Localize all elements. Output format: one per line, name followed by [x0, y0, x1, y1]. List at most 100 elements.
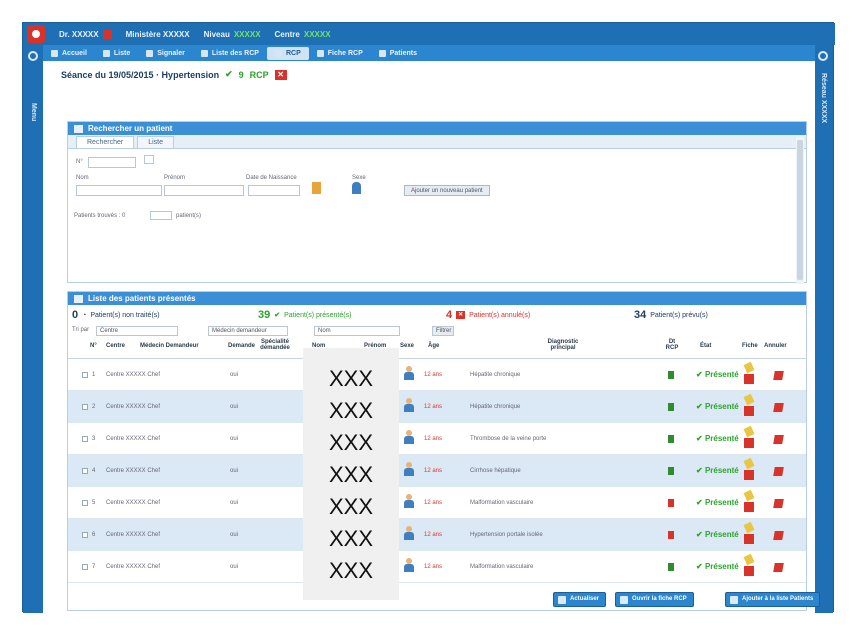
document-icon[interactable] — [668, 467, 674, 475]
tab-fiche-rcp[interactable]: Fiche RCP — [309, 47, 371, 60]
table-row[interactable]: 2 Centre XXXXX Chef oui 12 ans Hépatite … — [68, 391, 806, 423]
status-check-icon: ✔ Présenté — [696, 466, 739, 475]
power-icon[interactable] — [818, 51, 828, 61]
row-centre: Centre XXXXX Chef — [106, 436, 161, 442]
table-row[interactable]: 6 Centre XXXXX Chef oui 12 ans Hypertens… — [68, 519, 806, 551]
cancel-row-icon[interactable] — [773, 435, 784, 444]
document-icon[interactable] — [668, 499, 674, 507]
left-sidebar[interactable]: Menu — [23, 45, 43, 613]
document-icon[interactable] — [668, 563, 674, 571]
col-demande[interactable]: Demande — [228, 343, 255, 349]
cancel-row-icon[interactable] — [773, 531, 784, 540]
col-etat[interactable]: État — [700, 343, 711, 349]
document-icon[interactable] — [668, 531, 674, 539]
row-checkbox[interactable] — [82, 532, 88, 538]
row-checkbox[interactable] — [82, 436, 88, 442]
tab-rcp[interactable]: RCP — [266, 46, 309, 60]
document-icon[interactable] — [668, 435, 674, 443]
sort-label: Tri par — [72, 327, 90, 333]
tab-patients[interactable]: Patients — [371, 47, 425, 60]
col-num[interactable]: N° — [90, 343, 97, 349]
col-specialite[interactable]: Spécialité demandée — [260, 339, 290, 351]
row-num: 1 — [92, 372, 96, 378]
edit-fiche-icon[interactable] — [743, 521, 755, 545]
status-check-icon: ✔ Présenté — [696, 530, 739, 539]
date-input[interactable] — [248, 185, 300, 196]
summary-total[interactable]: 34 Patient(s) prévu(s) — [634, 309, 708, 321]
col-sexe[interactable]: Sexe — [400, 343, 414, 349]
tab-liste-rcp[interactable]: Liste des RCP — [193, 47, 267, 60]
summary-pending[interactable]: 0 ◔ Patient(s) non traité(s) — [72, 309, 160, 321]
edit-fiche-icon[interactable] — [743, 425, 755, 449]
tab-liste-search[interactable]: Liste — [137, 136, 174, 148]
summary-bar: 0 ◔ Patient(s) non traité(s) 39 ✔ Patien… — [68, 305, 806, 325]
nom-input[interactable] — [76, 185, 162, 196]
user-name[interactable]: Dr. XXXXX — [59, 30, 99, 39]
add-to-list-button[interactable]: Ajouter à la liste Patients — [725, 592, 821, 607]
table-row[interactable]: 7 Centre XXXXX Chef oui 12 ans Malformat… — [68, 551, 806, 583]
row-checkbox[interactable] — [82, 500, 88, 506]
edit-fiche-icon[interactable] — [743, 393, 755, 417]
document-icon[interactable] — [668, 403, 674, 411]
row-checkbox[interactable] — [82, 372, 88, 378]
col-fiche[interactable]: Fiche — [742, 343, 758, 349]
summary-rejected[interactable]: 4 ✕ Patient(s) annulé(s) — [446, 309, 530, 321]
summary-done[interactable]: 39 ✔ Patient(s) présenté(s) — [258, 309, 351, 321]
filter-select-doctor[interactable]: Médecin demandeur — [208, 326, 288, 336]
cancel-row-icon[interactable] — [773, 371, 784, 380]
col-medecin[interactable]: Médecin Demandeur — [140, 343, 199, 349]
table-row[interactable]: 5 Centre XXXXX Chef oui 12 ans Malformat… — [68, 487, 806, 519]
open-fiche-button[interactable]: Ouvrir la fiche RCP — [615, 592, 694, 607]
add-patient-button[interactable]: Ajouter un nouveau patient — [404, 185, 490, 196]
col-diagnostic[interactable]: Diagnostic principal — [538, 339, 588, 351]
prenom-input[interactable] — [164, 185, 244, 196]
found-suffix: patient(s) — [176, 213, 202, 219]
close-icon[interactable]: ✕ — [274, 69, 287, 80]
search-panel-header: Rechercher un patient — [68, 122, 806, 135]
cancel-row-icon[interactable] — [773, 563, 784, 572]
found-count-input[interactable] — [150, 211, 172, 220]
status-check-icon: ✔ Présenté — [696, 434, 739, 443]
anonymized-name: XXX — [328, 366, 374, 391]
table-row[interactable]: 1 Centre XXXXX Chef oui 12 ans Hépatite … — [68, 359, 806, 391]
edit-fiche-icon[interactable] — [743, 361, 755, 385]
male-icon[interactable] — [352, 182, 361, 194]
table-row[interactable]: 4 Centre XXXXX Chef oui 12 ans Cirrhose … — [68, 455, 806, 487]
edit-fiche-icon[interactable] — [743, 489, 755, 513]
row-diagnostic: Malformation vasculaire — [470, 564, 534, 570]
col-annuler[interactable]: Annuler — [764, 343, 787, 349]
id-input[interactable] — [88, 157, 136, 168]
row-checkbox[interactable] — [82, 404, 88, 410]
cancel-row-icon[interactable] — [773, 403, 784, 412]
patient-icon — [404, 398, 414, 412]
patient-icon — [404, 462, 414, 476]
tab-accueil[interactable]: Accueil — [43, 47, 95, 60]
cancel-row-icon[interactable] — [773, 499, 784, 508]
logout-icon[interactable] — [102, 29, 112, 39]
cancel-row-icon[interactable] — [773, 467, 784, 476]
search-small-button[interactable] — [144, 155, 154, 164]
col-centre[interactable]: Centre — [106, 343, 125, 349]
prenom-label: Prénom — [164, 175, 186, 181]
row-centre: Centre XXXXX Chef — [106, 564, 161, 570]
col-age[interactable]: Âge — [428, 343, 439, 349]
female-icon[interactable] — [312, 182, 321, 194]
col-dt-rcp[interactable]: Dt RCP — [664, 339, 680, 351]
row-diagnostic: Cirrhose hépatique — [470, 468, 521, 474]
tab-signaler[interactable]: Signaler — [138, 47, 193, 60]
table-row[interactable]: 3 Centre XXXXX Chef oui 12 ans Thrombose… — [68, 423, 806, 455]
edit-fiche-icon[interactable] — [743, 457, 755, 481]
filter-select-name[interactable]: Nom — [314, 326, 400, 336]
filter-button[interactable]: Filtrer — [432, 326, 454, 336]
search-scrollbar-thumb[interactable] — [797, 140, 803, 280]
row-checkbox[interactable] — [82, 564, 88, 570]
right-sidebar[interactable]: Réseau XXXXX — [813, 45, 833, 613]
row-checkbox[interactable] — [82, 468, 88, 474]
power-icon[interactable] — [28, 51, 38, 61]
tab-liste[interactable]: Liste — [95, 47, 138, 60]
document-icon[interactable] — [668, 371, 674, 379]
tab-rechercher[interactable]: Rechercher — [76, 136, 135, 148]
sort-select[interactable]: Centre — [96, 326, 178, 336]
refresh-button[interactable]: Actualiser — [553, 592, 607, 607]
edit-fiche-icon[interactable] — [743, 553, 755, 577]
